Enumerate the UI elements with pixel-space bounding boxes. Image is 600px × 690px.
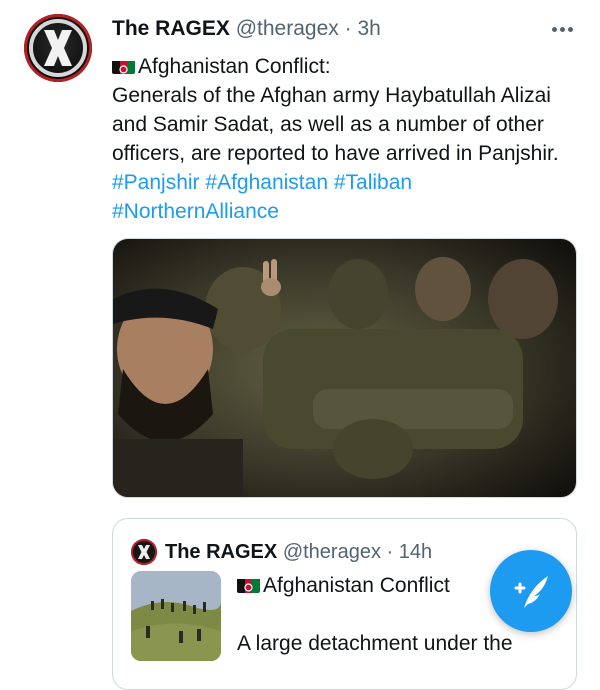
quoted-topic-text: Afghanistan Conflict <box>263 574 450 597</box>
author-handle[interactable]: @theragex <box>236 17 339 40</box>
soldiers-photo-icon <box>113 239 576 497</box>
topic-line: Afghanistan Conflict: <box>112 52 582 81</box>
more-dots-icon <box>552 27 557 32</box>
tweet-photo[interactable] <box>112 238 577 498</box>
quoted-text-start: A large detachment under the <box>237 632 513 655</box>
author-avatar[interactable] <box>24 14 92 82</box>
tweet-text: Afghanistan Conflict: Generals of the Af… <box>112 52 582 226</box>
author-name[interactable]: The RAGEX <box>112 17 230 40</box>
quoted-separator-dot: · <box>386 541 394 563</box>
body-line-2: and Samir Sadat, as well as a number of … <box>112 113 544 136</box>
separator-dot: · <box>344 17 352 40</box>
afghanistan-flag-icon <box>112 57 135 74</box>
hashtag-northernalliance[interactable]: #NorthernAlliance <box>112 200 279 223</box>
hashtag-taliban[interactable]: #Taliban <box>334 171 412 194</box>
hashtag-panjshir[interactable]: #Panjshir <box>112 171 200 194</box>
afghanistan-flag-icon <box>237 576 260 593</box>
quoted-tweet-header: The RAGEX @theragex · 14h <box>165 539 432 565</box>
quoted-author-avatar <box>131 539 157 565</box>
hashtag-afghanistan[interactable]: #Afghanistan <box>205 171 328 194</box>
hashtag-line: #Panjshir #Afghanistan #Taliban <box>112 168 582 197</box>
hashtag-line-2: #NorthernAlliance <box>112 197 582 226</box>
quoted-author-name: The RAGEX <box>165 541 278 563</box>
ragex-x-logo-icon <box>29 19 87 77</box>
compose-tweet-icon <box>514 576 548 608</box>
topic-text: Afghanistan Conflict: <box>138 55 331 78</box>
body-line-3: officers, are reported to have arrived i… <box>112 142 559 165</box>
ragex-x-logo-icon <box>138 545 150 559</box>
quoted-author-handle: @theragex <box>282 541 381 563</box>
more-options-button[interactable] <box>548 16 578 40</box>
quoted-timestamp: 14h <box>398 541 433 563</box>
quoted-thumbnail <box>131 571 221 661</box>
body-line-1: Generals of the Afghan army Haybatullah … <box>112 84 551 107</box>
quoted-topic-line: Afghanistan Conflict <box>237 572 450 600</box>
compose-tweet-button[interactable] <box>490 550 572 632</box>
tweet-timestamp[interactable]: 3h <box>357 17 380 40</box>
tweet-header: The RAGEX @theragex · 3h <box>112 16 381 42</box>
